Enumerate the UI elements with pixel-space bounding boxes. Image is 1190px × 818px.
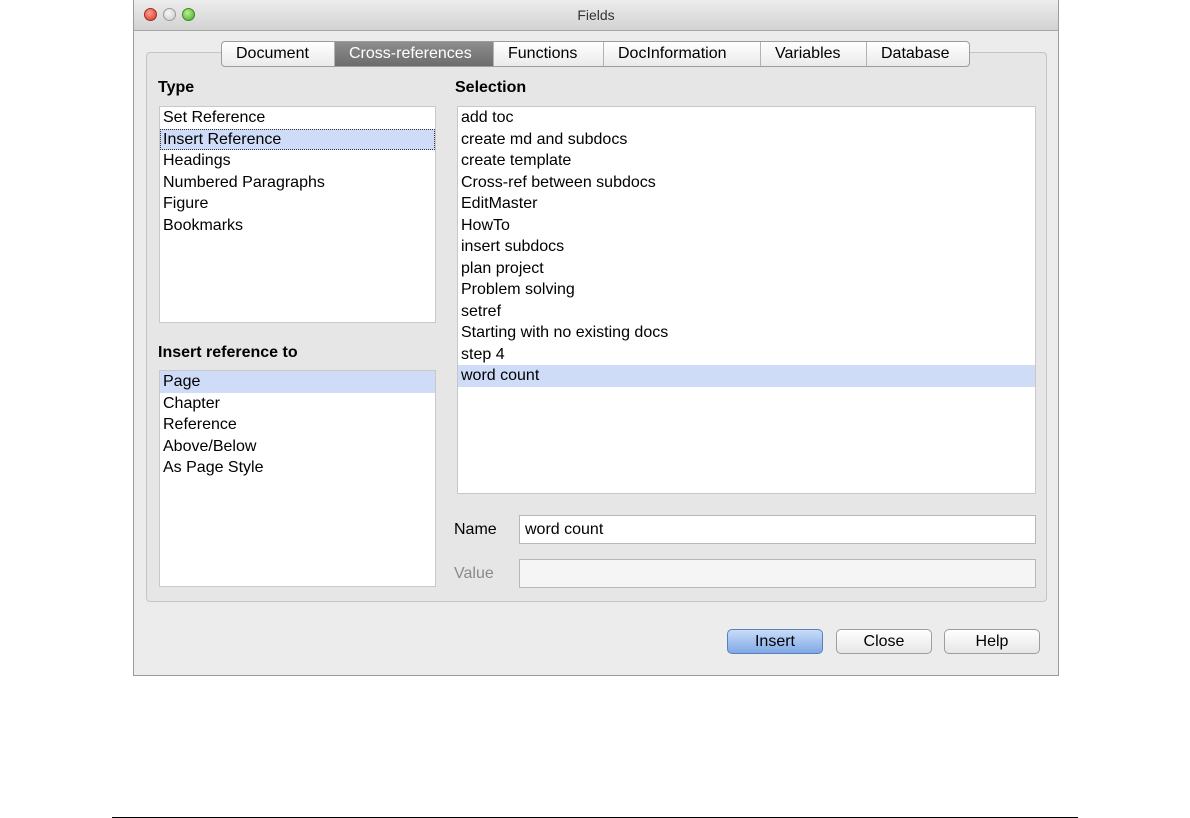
selection-label: Selection xyxy=(455,79,527,96)
tab-document[interactable]: Document xyxy=(222,42,334,66)
list-item[interactable]: plan project xyxy=(458,258,1035,280)
list-item[interactable]: Chapter xyxy=(160,393,435,415)
tab-functions[interactable]: Functions xyxy=(493,42,603,66)
tab-variables[interactable]: Variables xyxy=(760,42,866,66)
value-field[interactable] xyxy=(519,559,1036,588)
tab-cross-references[interactable]: Cross-references xyxy=(334,42,493,66)
list-item[interactable]: create md and subdocs xyxy=(458,129,1035,151)
help-button[interactable]: Help xyxy=(944,629,1040,654)
value-label: Value xyxy=(454,565,494,582)
fields-dialog: Fields Document Cross-references Functio… xyxy=(133,0,1059,676)
tab-database[interactable]: Database xyxy=(866,42,969,66)
list-item[interactable]: Set Reference xyxy=(160,107,435,129)
window-title: Fields xyxy=(577,7,615,23)
list-item[interactable]: Above/Below xyxy=(160,436,435,458)
close-button[interactable]: Close xyxy=(836,629,932,654)
type-list[interactable]: Set Reference Insert Reference Headings … xyxy=(159,106,436,323)
list-item[interactable]: Reference xyxy=(160,414,435,436)
list-item[interactable]: Insert Reference xyxy=(160,128,435,150)
list-item[interactable]: As Page Style xyxy=(160,457,435,479)
list-item[interactable]: HowTo xyxy=(458,215,1035,237)
selection-list[interactable]: add toc create md and subdocs create tem… xyxy=(457,106,1036,494)
list-item[interactable]: Starting with no existing docs xyxy=(458,322,1035,344)
list-item[interactable]: add toc xyxy=(458,107,1035,129)
list-item[interactable]: Numbered Paragraphs xyxy=(160,172,435,194)
list-item[interactable]: Page xyxy=(160,371,435,393)
insert-reference-to-label: Insert reference to xyxy=(158,344,298,361)
insert-reference-to-list[interactable]: Page Chapter Reference Above/Below As Pa… xyxy=(159,370,436,587)
list-item[interactable]: EditMaster xyxy=(458,193,1035,215)
list-item[interactable]: Problem solving xyxy=(458,279,1035,301)
list-item[interactable]: word count xyxy=(458,365,1035,387)
list-item[interactable]: Headings xyxy=(160,150,435,172)
list-item[interactable]: setref xyxy=(458,301,1035,323)
title-bar: Fields xyxy=(134,0,1058,31)
tab-docinformation[interactable]: DocInformation xyxy=(603,42,760,66)
list-item[interactable]: step 4 xyxy=(458,344,1035,366)
list-item[interactable]: Bookmarks xyxy=(160,215,435,237)
list-item[interactable]: insert subdocs xyxy=(458,236,1035,258)
list-item[interactable]: Cross-ref between subdocs xyxy=(458,172,1035,194)
list-item[interactable]: create template xyxy=(458,150,1035,172)
type-label: Type xyxy=(158,79,195,96)
name-label: Name xyxy=(454,521,497,538)
list-item[interactable]: Figure xyxy=(160,193,435,215)
tab-bar: Document Cross-references Functions DocI… xyxy=(221,41,970,67)
name-field[interactable]: word count xyxy=(519,515,1036,544)
insert-button[interactable]: Insert xyxy=(727,629,823,654)
